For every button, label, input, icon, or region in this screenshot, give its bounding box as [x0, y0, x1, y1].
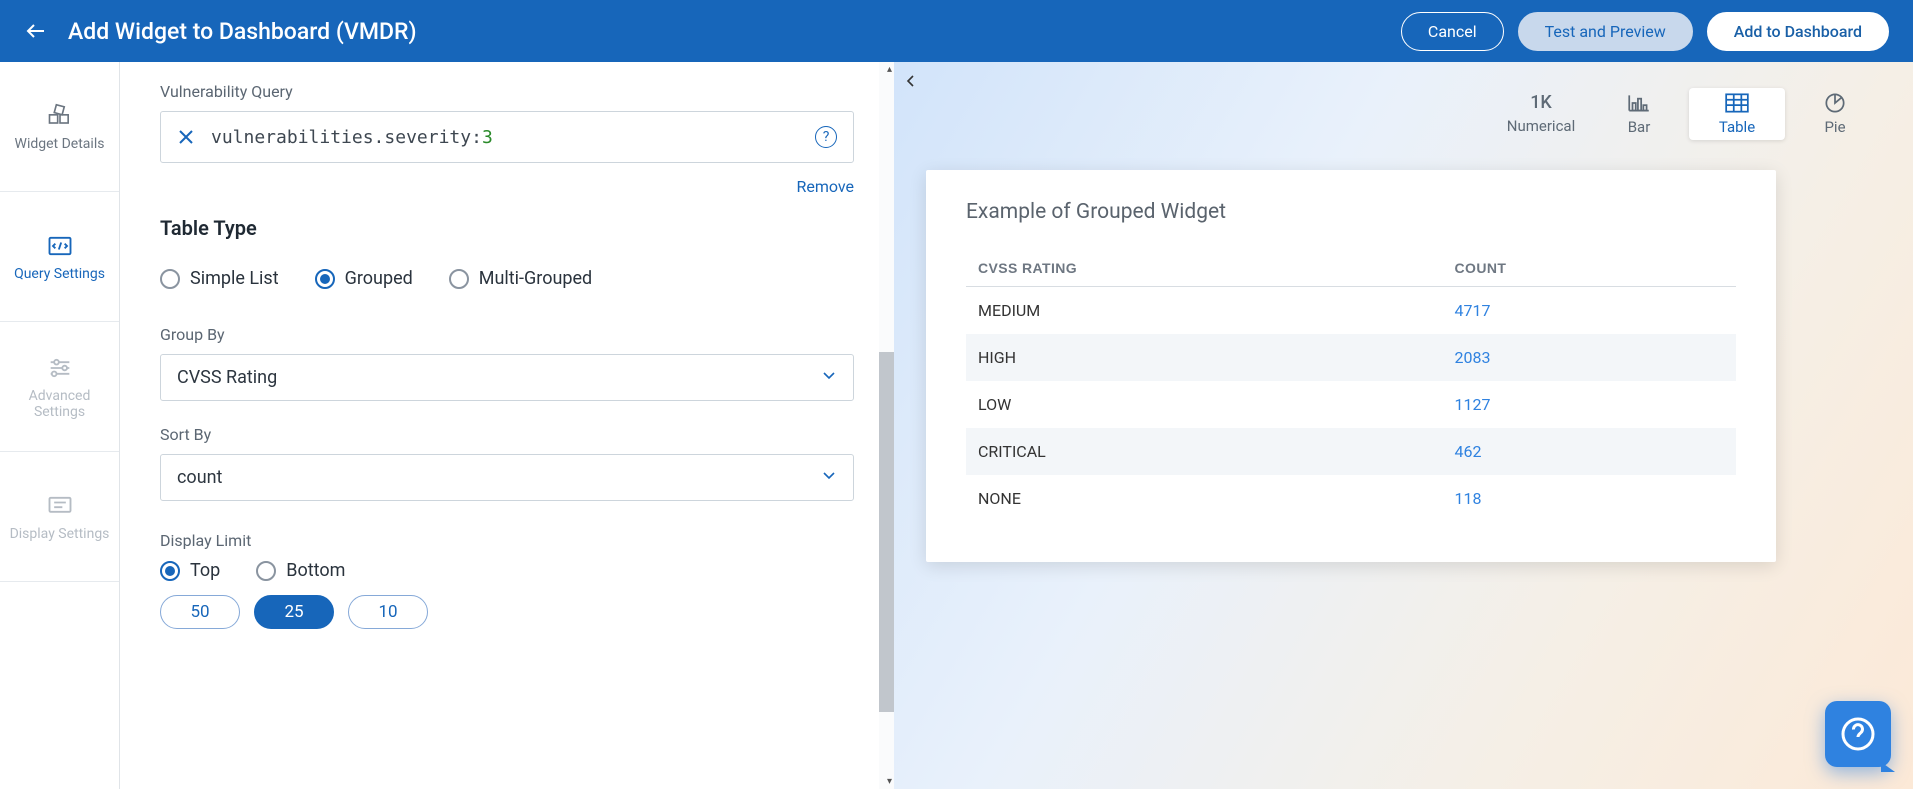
count-link[interactable]: 1127 [1455, 395, 1491, 414]
chart-type-bar[interactable]: Bar [1591, 88, 1687, 140]
query-settings-icon [46, 232, 74, 260]
widget-details-icon [46, 102, 74, 130]
display-limit-label: Display Limit [160, 531, 854, 550]
pie-chart-icon [1822, 92, 1848, 114]
page-title: Add Widget to Dashboard (VMDR) [68, 18, 417, 45]
header-actions: Cancel Test and Preview Add to Dashboard [1401, 12, 1889, 51]
radio-multi-grouped[interactable]: Multi-Grouped [449, 268, 592, 289]
tab-advanced-settings[interactable]: Advanced Settings [0, 322, 119, 452]
cell-rating: LOW [966, 381, 1443, 428]
chart-type-label: Pie [1824, 118, 1845, 136]
form-scrollbar[interactable]: ▴ ▾ [879, 62, 894, 789]
remove-query-link[interactable]: Remove [160, 177, 854, 196]
chart-type-switcher: 1K Numerical Bar Table Pie [914, 88, 1883, 140]
group-by-select[interactable]: CVSS Rating [160, 354, 854, 401]
cell-rating: HIGH [966, 334, 1443, 381]
tab-label: Query Settings [14, 266, 105, 282]
table-row: MEDIUM 4717 [966, 287, 1736, 335]
clear-query-icon[interactable] [177, 128, 195, 146]
radio-icon [160, 269, 180, 289]
radio-icon [256, 561, 276, 581]
sort-by-select[interactable]: count [160, 454, 854, 501]
collapse-preview-icon[interactable] [900, 70, 922, 92]
vulnerability-query-input[interactable]: vulnerabilities.severity:3 ? [160, 111, 854, 163]
select-value: CVSS Rating [177, 367, 277, 388]
cell-rating: NONE [966, 475, 1443, 522]
scroll-thumb[interactable] [879, 352, 894, 712]
select-value: count [177, 467, 222, 488]
preview-card: Example of Grouped Widget CVSS RATING CO… [926, 170, 1776, 562]
radio-bottom[interactable]: Bottom [256, 560, 345, 581]
count-link[interactable]: 2083 [1455, 348, 1491, 367]
advanced-settings-icon [46, 354, 74, 382]
chart-type-label: Numerical [1507, 117, 1575, 135]
tab-label: Advanced Settings [8, 388, 111, 420]
preview-table: CVSS RATING COUNT MEDIUM 4717 HIGH 2083 … [966, 250, 1736, 522]
tab-display-settings[interactable]: Display Settings [0, 452, 119, 582]
radio-icon [315, 269, 335, 289]
settings-tabs-sidebar: Widget Details Query Settings Advanced S… [0, 62, 120, 789]
table-icon [1724, 92, 1750, 114]
col-rating: CVSS RATING [966, 250, 1443, 287]
chart-type-label: Bar [1628, 118, 1651, 136]
tab-query-settings[interactable]: Query Settings [0, 192, 119, 322]
bar-chart-icon [1626, 92, 1652, 114]
pill-50[interactable]: 50 [160, 595, 240, 629]
table-row: CRITICAL 462 [966, 428, 1736, 475]
cell-rating: MEDIUM [966, 287, 1443, 335]
tab-label: Display Settings [10, 526, 110, 542]
help-icon [1840, 716, 1876, 752]
radio-label: Bottom [286, 560, 345, 581]
chart-type-numerical[interactable]: 1K Numerical [1493, 88, 1589, 140]
group-by-label: Group By [160, 325, 854, 344]
display-limit-pills: 50 25 10 [160, 595, 854, 629]
chart-type-label: Table [1719, 118, 1755, 136]
table-row: NONE 118 [966, 475, 1736, 522]
col-count: COUNT [1443, 250, 1736, 287]
count-link[interactable]: 118 [1455, 489, 1482, 508]
vulnerability-query-label: Vulnerability Query [160, 82, 854, 101]
chart-type-pie[interactable]: Pie [1787, 88, 1883, 140]
back-arrow-icon[interactable] [24, 19, 48, 43]
radio-label: Top [190, 560, 220, 581]
chart-type-table[interactable]: Table [1689, 88, 1785, 140]
scroll-up-icon[interactable]: ▴ [887, 64, 892, 75]
scroll-down-icon[interactable]: ▾ [887, 776, 892, 787]
preview-card-title: Example of Grouped Widget [966, 200, 1736, 224]
test-preview-button[interactable]: Test and Preview [1518, 12, 1693, 51]
table-type-radio-group: Simple List Grouped Multi-Grouped [160, 268, 854, 289]
chevron-down-icon [821, 367, 837, 388]
cell-rating: CRITICAL [966, 428, 1443, 475]
sort-by-label: Sort By [160, 425, 854, 444]
chevron-down-icon [821, 467, 837, 488]
pill-25[interactable]: 25 [254, 595, 334, 629]
tab-label: Widget Details [15, 136, 105, 152]
radio-label: Simple List [190, 268, 279, 289]
radio-icon [449, 269, 469, 289]
preview-panel: 1K Numerical Bar Table Pie [894, 62, 1913, 789]
cancel-button[interactable]: Cancel [1401, 12, 1504, 51]
table-row: LOW 1127 [966, 381, 1736, 428]
table-row: HIGH 2083 [966, 334, 1736, 381]
radio-top[interactable]: Top [160, 560, 220, 581]
query-text: vulnerabilities.severity:3 [211, 127, 799, 148]
radio-label: Multi-Grouped [479, 268, 592, 289]
add-to-dashboard-button[interactable]: Add to Dashboard [1707, 12, 1889, 51]
header-bar: Add Widget to Dashboard (VMDR) Cancel Te… [0, 0, 1913, 62]
query-settings-panel: Vulnerability Query vulnerabilities.seve… [120, 62, 894, 789]
query-help-icon[interactable]: ? [815, 126, 837, 148]
radio-label: Grouped [345, 268, 413, 289]
radio-simple-list[interactable]: Simple List [160, 268, 279, 289]
display-settings-icon [46, 492, 74, 520]
radio-icon [160, 561, 180, 581]
count-link[interactable]: 462 [1455, 442, 1482, 461]
pill-10[interactable]: 10 [348, 595, 428, 629]
count-link[interactable]: 4717 [1455, 301, 1491, 320]
numerical-icon: 1K [1530, 92, 1552, 113]
radio-grouped[interactable]: Grouped [315, 268, 413, 289]
tab-widget-details[interactable]: Widget Details [0, 62, 119, 192]
help-button[interactable] [1825, 701, 1891, 767]
table-type-heading: Table Type [160, 216, 854, 240]
